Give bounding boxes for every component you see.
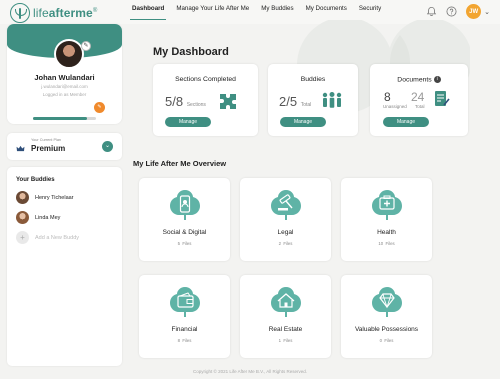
tile-label: Legal bbox=[277, 229, 294, 236]
profile-action-button[interactable]: ✎ bbox=[94, 102, 105, 113]
plan-selector[interactable]: Your Current Plan Premium ⌄ bbox=[7, 133, 122, 160]
buddy-name: Linda Mey bbox=[35, 214, 61, 221]
chevron-down-icon[interactable]: ⌄ bbox=[102, 141, 113, 152]
add-buddy-button[interactable]: + Add a New Buddy bbox=[16, 231, 79, 244]
brand-logo[interactable]: lifeafterme® bbox=[10, 3, 97, 23]
buddy-avatar bbox=[16, 211, 29, 224]
tile-legal[interactable]: Legal 2 Files bbox=[240, 178, 331, 261]
tile-files-count: 8 Files bbox=[177, 338, 192, 343]
overview-title: My Life After Me Overview bbox=[133, 159, 227, 168]
buddy-item[interactable]: Linda Mey bbox=[16, 211, 60, 224]
dashboard-title: My Dashboard bbox=[153, 46, 229, 58]
buddy-name: Henry Tichelaar bbox=[35, 194, 74, 201]
buddies-count: 2/5 Total bbox=[279, 94, 312, 109]
tile-health[interactable]: Health 10 Files bbox=[341, 178, 432, 261]
documents-total-count: 24 bbox=[411, 90, 425, 104]
phone-icon bbox=[170, 190, 200, 220]
top-actions: JW ⌄ bbox=[426, 4, 490, 19]
tile-social-digital[interactable]: Social & Digital 5 Files bbox=[139, 178, 230, 261]
buddy-item[interactable]: Henry Tichelaar bbox=[16, 191, 74, 204]
buddies-card: Your Buddies Henry Tichelaar Linda Mey +… bbox=[7, 167, 122, 366]
add-buddy-label: Add a New Buddy bbox=[35, 234, 80, 241]
plan-label: Your Current Plan bbox=[31, 138, 62, 142]
documents-stat-card: Documents i 8 Unassigned 24 Total Manage bbox=[370, 64, 468, 136]
sections-title: Sections Completed bbox=[175, 76, 236, 83]
plan-value: Premium bbox=[31, 144, 66, 153]
tile-valuable-possessions[interactable]: Valuable Possessions 0 Files bbox=[341, 275, 432, 358]
buddies-title: Your Buddies bbox=[16, 177, 55, 183]
user-avatar[interactable]: JW bbox=[466, 4, 482, 19]
profile-progress-fill bbox=[33, 117, 87, 120]
tile-label: Real Estate bbox=[268, 326, 303, 333]
tile-files-count: 2 Files bbox=[278, 241, 293, 246]
nav-security[interactable]: Security bbox=[357, 0, 383, 20]
nav-my-buddies[interactable]: My Buddies bbox=[259, 0, 295, 20]
manage-buddies-button[interactable]: Manage bbox=[280, 117, 326, 127]
tile-label: Social & Digital bbox=[162, 229, 207, 236]
documents-unassigned-count: 8 bbox=[384, 90, 391, 104]
tile-files-count: 10 Files bbox=[378, 241, 395, 246]
tile-label: Health bbox=[377, 229, 396, 236]
manage-sections-button[interactable]: Manage bbox=[165, 117, 211, 127]
profile-email: j.wulandari@email.com bbox=[41, 84, 88, 89]
puzzle-icon bbox=[220, 94, 236, 109]
profile-name: Johan Wulandari bbox=[34, 73, 95, 82]
sections-count: 5/8 Sections bbox=[165, 94, 206, 109]
profile-card: ✎ Johan Wulandari j.wulandari@email.com … bbox=[7, 24, 122, 124]
house-icon bbox=[271, 287, 301, 317]
tile-files-count: 0 Files bbox=[379, 338, 394, 343]
plus-icon: + bbox=[16, 231, 29, 244]
tree-logo-icon bbox=[10, 3, 30, 23]
chevron-down-icon[interactable]: ⌄ bbox=[484, 8, 490, 16]
profile-avatar bbox=[54, 39, 84, 69]
profile-progress-bar bbox=[33, 117, 96, 120]
tile-label: Financial bbox=[171, 326, 198, 333]
medical-kit-icon bbox=[372, 190, 402, 220]
tile-files-count: 5 Files bbox=[177, 241, 192, 246]
group-icon bbox=[322, 92, 342, 108]
documents-total-label: Total bbox=[415, 104, 425, 109]
edit-pencil-icon[interactable]: ✎ bbox=[81, 41, 91, 51]
documents-stat-title: Documents i bbox=[370, 76, 468, 83]
tile-financial[interactable]: Financial 8 Files bbox=[139, 275, 230, 358]
documents-unassigned-label: Unassigned bbox=[383, 104, 407, 109]
nav-manage-life-after-me[interactable]: Manage Your Life After Me bbox=[174, 0, 251, 20]
info-icon[interactable]: i bbox=[433, 76, 441, 83]
buddies-stat-card: Buddies 2/5 Total Manage bbox=[268, 64, 358, 136]
tile-files-count: 1 Files bbox=[278, 338, 293, 343]
brand-wordmark: lifeafterme® bbox=[33, 6, 98, 20]
profile-status: Logged in as Member bbox=[42, 92, 87, 97]
buddies-stat-title: Buddies bbox=[300, 76, 326, 83]
sections-completed-card: Sections Completed 5/8 Sections Manage bbox=[153, 64, 258, 136]
diamond-icon bbox=[372, 287, 402, 317]
buddy-avatar bbox=[16, 191, 29, 204]
wallet-icon bbox=[170, 287, 200, 317]
help-icon[interactable] bbox=[446, 6, 457, 17]
gavel-icon bbox=[271, 190, 301, 220]
tile-real-estate[interactable]: Real Estate 1 Files bbox=[240, 275, 331, 358]
nav-my-documents[interactable]: My Documents bbox=[304, 0, 349, 20]
document-sign-icon bbox=[435, 91, 450, 106]
crown-icon bbox=[16, 145, 25, 152]
footer-copyright: Copyright © 2021 Life After Me B.V., All… bbox=[193, 369, 307, 374]
manage-documents-button[interactable]: Manage bbox=[383, 117, 429, 127]
bell-icon[interactable] bbox=[426, 6, 437, 17]
tile-label: Valuable Possessions bbox=[354, 326, 419, 333]
nav-dashboard[interactable]: Dashboard bbox=[130, 0, 167, 20]
